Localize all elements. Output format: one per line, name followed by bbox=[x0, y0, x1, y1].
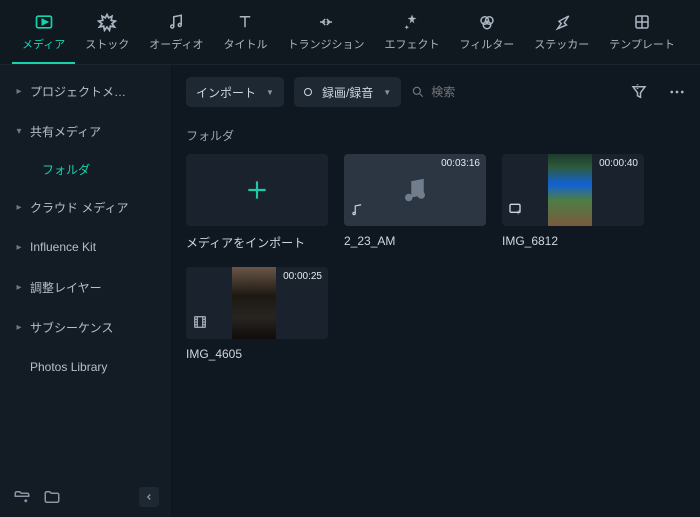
duration-label: 00:03:16 bbox=[441, 158, 480, 169]
folder-icon[interactable] bbox=[42, 487, 62, 507]
chevron-right-icon: ▸ bbox=[14, 282, 24, 293]
tab-media[interactable]: メディア bbox=[12, 8, 75, 64]
sidebar-item-subsequence[interactable]: ▸ サブシーケンス bbox=[0, 307, 171, 347]
sidebar-item-label: Photos Library bbox=[30, 360, 107, 374]
sidebar-item-label: 調整レイヤー bbox=[30, 279, 102, 296]
tab-label: メディア bbox=[22, 36, 65, 52]
title-icon bbox=[235, 12, 255, 32]
section-label: フォルダ bbox=[172, 113, 700, 154]
top-nav: メディア ストック オーディオ タイトル トランジション エフェクト フィルター… bbox=[0, 0, 700, 65]
sidebar-item-label: 共有メディア bbox=[30, 123, 101, 140]
media-item-video[interactable]: 00:00:25 IMG_4605 bbox=[186, 267, 328, 361]
chevron-down-icon: ▼ bbox=[266, 88, 274, 97]
import-media-card[interactable]: メディアをインポート bbox=[186, 154, 328, 251]
collapse-sidebar-button[interactable] bbox=[139, 487, 159, 507]
tab-label: オーディオ bbox=[149, 36, 203, 52]
tab-sticker[interactable]: ステッカー bbox=[524, 8, 599, 62]
duration-label: 00:00:25 bbox=[283, 271, 322, 282]
sidebar-child-folder[interactable]: フォルダ bbox=[0, 151, 171, 187]
card-label: IMG_6812 bbox=[502, 226, 644, 248]
tab-label: ストック bbox=[85, 36, 129, 52]
sidebar-item-photos-library[interactable]: Photos Library bbox=[0, 347, 171, 387]
import-label: インポート bbox=[196, 84, 256, 101]
content-area: インポート ▼ 録画/録音 ▼ フォルダ bbox=[172, 65, 700, 517]
effect-icon bbox=[402, 12, 422, 32]
tab-effect[interactable]: エフェクト bbox=[374, 8, 449, 62]
media-icon bbox=[34, 12, 54, 32]
tab-label: エフェクト bbox=[384, 36, 439, 52]
record-dropdown[interactable]: 録画/録音 ▼ bbox=[294, 77, 401, 107]
tab-filter[interactable]: フィルター bbox=[449, 8, 524, 62]
sidebar: ▸ プロジェクトメ… ▾ 共有メディア フォルダ ▸ クラウド メディア ▸ I… bbox=[0, 65, 172, 517]
tab-label: タイトル bbox=[223, 36, 267, 52]
record-label: 録画/録音 bbox=[322, 84, 373, 101]
chevron-right-icon: ▸ bbox=[14, 242, 24, 253]
template-icon bbox=[632, 12, 652, 32]
audio-icon bbox=[166, 12, 186, 32]
chevron-down-icon: ▼ bbox=[383, 88, 391, 97]
sidebar-item-label: サブシーケンス bbox=[30, 319, 113, 336]
filter-icon bbox=[477, 12, 497, 32]
tab-audio[interactable]: オーディオ bbox=[139, 8, 213, 62]
chevron-right-icon: ▸ bbox=[14, 322, 24, 333]
chevron-right-icon: ▸ bbox=[14, 202, 24, 213]
search-box[interactable] bbox=[411, 85, 511, 99]
svg-text:P: P bbox=[517, 210, 521, 216]
new-folder-icon[interactable] bbox=[12, 487, 32, 507]
tab-title[interactable]: タイトル bbox=[213, 8, 277, 62]
tab-label: フィルター bbox=[459, 36, 514, 52]
media-item-audio[interactable]: 00:03:16 2_23_AM bbox=[344, 154, 486, 251]
tab-transition[interactable]: トランジション bbox=[277, 8, 374, 62]
tab-label: テンプレート bbox=[609, 36, 675, 52]
tab-label: トランジション bbox=[287, 36, 364, 52]
sidebar-item-label: プロジェクトメ… bbox=[30, 83, 126, 100]
search-input[interactable] bbox=[431, 85, 511, 99]
sidebar-item-project-media[interactable]: ▸ プロジェクトメ… bbox=[0, 71, 171, 111]
chevron-down-icon: ▾ bbox=[14, 126, 24, 137]
sidebar-item-cloud-media[interactable]: ▸ クラウド メディア bbox=[0, 187, 171, 227]
import-dropdown[interactable]: インポート ▼ bbox=[186, 77, 284, 107]
card-label: 2_23_AM bbox=[344, 226, 486, 248]
tab-template[interactable]: テンプレート bbox=[599, 8, 685, 62]
sidebar-item-label: Influence Kit bbox=[30, 240, 96, 254]
sidebar-child-label: フォルダ bbox=[42, 161, 90, 178]
tab-stock[interactable]: ストック bbox=[75, 8, 139, 62]
sidebar-item-label: クラウド メディア bbox=[30, 199, 129, 216]
sidebar-item-influence-kit[interactable]: ▸ Influence Kit bbox=[0, 227, 171, 267]
sidebar-item-shared-media[interactable]: ▾ 共有メディア bbox=[0, 111, 171, 151]
more-options-button[interactable] bbox=[668, 83, 686, 101]
card-label: IMG_4605 bbox=[186, 339, 328, 361]
filmstrip-icon bbox=[192, 314, 208, 335]
stock-icon bbox=[97, 12, 117, 32]
record-dot-icon bbox=[304, 88, 312, 96]
duration-label: 00:00:40 bbox=[599, 158, 638, 169]
transition-icon bbox=[316, 12, 336, 32]
card-label: メディアをインポート bbox=[186, 226, 328, 251]
music-note-icon bbox=[400, 175, 430, 205]
filter-sort-button[interactable] bbox=[630, 83, 648, 101]
sticker-icon bbox=[552, 12, 572, 32]
media-item-video[interactable]: 00:00:40 P IMG_6812 bbox=[502, 154, 644, 251]
audio-badge-icon bbox=[350, 203, 364, 222]
tab-label: ステッカー bbox=[534, 36, 589, 52]
proxy-badge-icon: P bbox=[508, 201, 524, 222]
plus-icon bbox=[244, 177, 270, 203]
chevron-right-icon: ▸ bbox=[14, 86, 24, 97]
search-icon bbox=[411, 85, 425, 99]
sidebar-item-adjustment-layer[interactable]: ▸ 調整レイヤー bbox=[0, 267, 171, 307]
